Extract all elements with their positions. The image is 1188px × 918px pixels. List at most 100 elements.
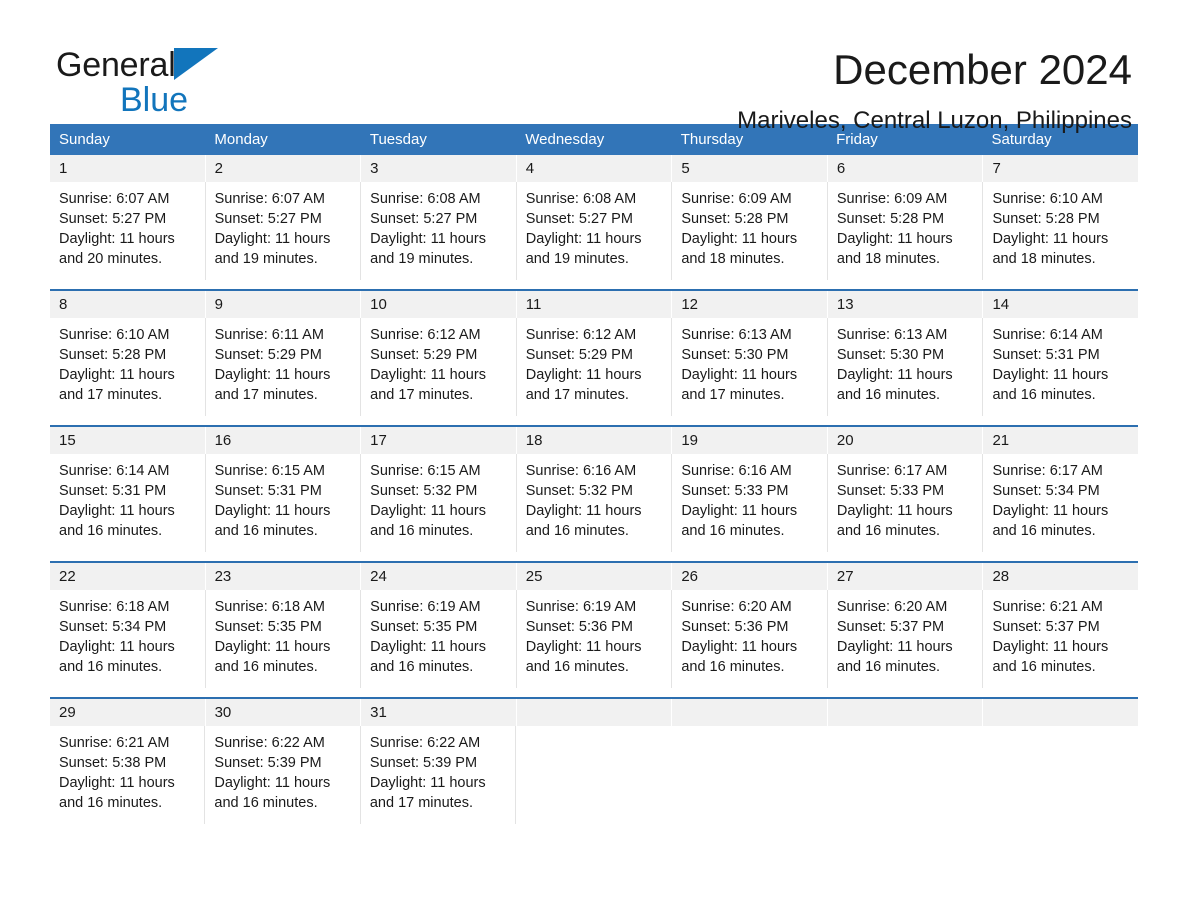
day-cell[interactable]: Sunrise: 6:16 AM Sunset: 5:32 PM Daylight:… xyxy=(517,454,673,552)
day-cell[interactable]: Sunrise: 6:11 AM Sunset: 5:29 PM Daylight:… xyxy=(206,318,362,416)
calendar-week-row: 29 30 31 Sunrise: 6:21 AM Sunset: 5:38 PM Day… xyxy=(50,697,1138,824)
day-cell[interactable]: Sunrise: 6:20 AM Sunset: 5:37 PM Daylight:… xyxy=(828,590,984,688)
day-cell[interactable]: Sunrise: 6:10 AM Sunset: 5:28 PM Daylight:… xyxy=(983,182,1138,280)
daylight-text-line2: and 16 minutes. xyxy=(59,795,163,811)
daylight-text-line2: and 19 minutes. xyxy=(525,251,629,267)
day-number[interactable]: 2 xyxy=(206,155,362,182)
day-number[interactable]: 1 xyxy=(50,155,206,182)
daylight-text-line2: and 20 minutes. xyxy=(59,251,163,267)
daylight-text-line2: and 16 minutes. xyxy=(992,523,1096,539)
daylight-text-line1: Daylight: 11 hours xyxy=(525,639,642,655)
daylight-text-line1: Daylight: 11 hours xyxy=(370,231,486,247)
sunrise-text: Sunrise: 6:19 AM xyxy=(370,599,481,615)
daylight-text-line1: Daylight: 11 hours xyxy=(836,231,953,247)
day-cell[interactable]: Sunrise: 6:07 AM Sunset: 5:27 PM Daylight:… xyxy=(50,182,206,280)
sunset-text: Sunset: 5:36 PM xyxy=(525,619,633,635)
daylight-text-line2: and 16 minutes. xyxy=(681,523,785,539)
sunset-text: Sunset: 5:37 PM xyxy=(836,619,945,635)
sunrise-text: Sunrise: 6:13 AM xyxy=(836,327,948,343)
day-number[interactable]: 11 xyxy=(517,291,673,318)
sunrise-text: Sunrise: 6:07 AM xyxy=(214,191,325,207)
day-number[interactable]: 18 xyxy=(517,427,673,454)
sunset-text: Sunset: 5:27 PM xyxy=(370,211,478,227)
day-number[interactable]: 27 xyxy=(828,563,984,590)
day-number[interactable]: 31 xyxy=(361,699,517,726)
sunrise-text: Sunrise: 6:14 AM xyxy=(59,463,170,479)
day-number[interactable]: 7 xyxy=(983,155,1138,182)
day-number[interactable]: 19 xyxy=(672,427,828,454)
day-cell[interactable]: Sunrise: 6:21 AM Sunset: 5:37 PM Daylight:… xyxy=(983,590,1138,688)
triangle-icon xyxy=(173,48,218,80)
daylight-text-line2: and 16 minutes. xyxy=(836,523,941,539)
day-cell[interactable]: Sunrise: 6:17 AM Sunset: 5:34 PM Daylight:… xyxy=(983,454,1138,552)
day-cell[interactable]: Sunrise: 6:14 AM Sunset: 5:31 PM Daylight:… xyxy=(983,318,1138,416)
sunrise-text: Sunrise: 6:20 AM xyxy=(681,599,792,615)
day-number[interactable]: 15 xyxy=(50,427,206,454)
sunrise-text: Sunrise: 6:20 AM xyxy=(836,599,948,615)
week-detail-band: Sunrise: 6:07 AM Sunset: 5:27 PM Daylight:… xyxy=(50,182,1138,280)
day-cell[interactable]: Sunrise: 6:12 AM Sunset: 5:29 PM Daylight:… xyxy=(517,318,673,416)
day-cell[interactable]: Sunrise: 6:20 AM Sunset: 5:36 PM Daylight:… xyxy=(672,590,828,688)
day-number[interactable]: 29 xyxy=(50,699,206,726)
sunrise-text: Sunrise: 6:10 AM xyxy=(59,327,170,343)
day-number[interactable]: 20 xyxy=(828,427,984,454)
day-cell[interactable]: Sunrise: 6:18 AM Sunset: 5:34 PM Daylight:… xyxy=(50,590,206,688)
day-cell[interactable]: Sunrise: 6:13 AM Sunset: 5:30 PM Daylight:… xyxy=(828,318,984,416)
day-number[interactable]: 5 xyxy=(672,155,828,182)
sunset-text: Sunset: 5:31 PM xyxy=(59,483,167,499)
day-number[interactable]: 8 xyxy=(50,291,206,318)
sunrise-text: Sunrise: 6:21 AM xyxy=(992,599,1103,615)
daylight-text-line1: Daylight: 11 hours xyxy=(992,367,1109,383)
day-cell-empty xyxy=(672,726,828,824)
day-number[interactable]: 28 xyxy=(983,563,1138,590)
day-number[interactable]: 22 xyxy=(50,563,206,590)
day-number[interactable]: 3 xyxy=(361,155,517,182)
day-number[interactable]: 26 xyxy=(672,563,828,590)
day-number-empty xyxy=(983,699,1138,726)
day-cell[interactable]: Sunrise: 6:19 AM Sunset: 5:35 PM Daylight:… xyxy=(361,590,517,688)
day-cell[interactable]: Sunrise: 6:18 AM Sunset: 5:35 PM Daylight:… xyxy=(206,590,362,688)
day-number[interactable]: 25 xyxy=(517,563,673,590)
generalblue-logo[interactable]: General Blue xyxy=(56,46,316,118)
day-number[interactable]: 17 xyxy=(361,427,517,454)
day-cell[interactable]: Sunrise: 6:09 AM Sunset: 5:28 PM Daylight:… xyxy=(828,182,984,280)
day-number[interactable]: 21 xyxy=(983,427,1138,454)
day-cell[interactable]: Sunrise: 6:15 AM Sunset: 5:32 PM Daylight:… xyxy=(361,454,517,552)
sunrise-text: Sunrise: 6:13 AM xyxy=(681,327,792,343)
daylight-text-line2: and 16 minutes. xyxy=(59,523,163,539)
day-cell[interactable]: Sunrise: 6:14 AM Sunset: 5:31 PM Daylight:… xyxy=(50,454,206,552)
day-cell[interactable]: Sunrise: 6:09 AM Sunset: 5:28 PM Daylight:… xyxy=(672,182,828,280)
day-cell[interactable]: Sunrise: 6:08 AM Sunset: 5:27 PM Daylight:… xyxy=(517,182,673,280)
day-cell[interactable]: Sunrise: 6:08 AM Sunset: 5:27 PM Daylight:… xyxy=(361,182,517,280)
day-cell[interactable]: Sunrise: 6:22 AM Sunset: 5:39 PM Daylight:… xyxy=(361,726,517,824)
day-cell[interactable]: Sunrise: 6:21 AM Sunset: 5:38 PM Daylight:… xyxy=(50,726,206,824)
day-number[interactable]: 23 xyxy=(206,563,362,590)
calendar-week-row: 1 2 3 4 5 6 7 Sunrise: 6:07 AM Sunset: 5:27 PM Da… xyxy=(50,155,1138,280)
sunrise-text: Sunrise: 6:17 AM xyxy=(992,463,1103,479)
daylight-text-line1: Daylight: 11 hours xyxy=(836,503,953,519)
day-number[interactable]: 13 xyxy=(828,291,984,318)
day-cell[interactable]: Sunrise: 6:10 AM Sunset: 5:28 PM Daylight:… xyxy=(50,318,206,416)
sunrise-text: Sunrise: 6:21 AM xyxy=(59,735,170,751)
day-cell[interactable]: Sunrise: 6:13 AM Sunset: 5:30 PM Daylight:… xyxy=(672,318,828,416)
day-cell[interactable]: Sunrise: 6:22 AM Sunset: 5:39 PM Daylight:… xyxy=(205,726,361,824)
day-number[interactable]: 16 xyxy=(206,427,362,454)
day-number[interactable]: 6 xyxy=(828,155,984,182)
day-number[interactable]: 4 xyxy=(517,155,673,182)
calendar-week-row: 8 9 10 11 12 13 14 Sunrise: 6:10 AM Sunset: 5:28… xyxy=(50,289,1138,416)
day-cell[interactable]: Sunrise: 6:17 AM Sunset: 5:33 PM Daylight:… xyxy=(828,454,984,552)
day-number[interactable]: 10 xyxy=(361,291,517,318)
day-number[interactable]: 24 xyxy=(361,563,517,590)
day-cell[interactable]: Sunrise: 6:07 AM Sunset: 5:27 PM Daylight:… xyxy=(206,182,362,280)
day-cell[interactable]: Sunrise: 6:19 AM Sunset: 5:36 PM Daylight:… xyxy=(517,590,673,688)
day-number[interactable]: 30 xyxy=(206,699,362,726)
day-number[interactable]: 14 xyxy=(983,291,1138,318)
day-number[interactable]: 12 xyxy=(672,291,828,318)
day-cell[interactable]: Sunrise: 6:12 AM Sunset: 5:29 PM Daylight:… xyxy=(361,318,517,416)
day-cell[interactable]: Sunrise: 6:16 AM Sunset: 5:33 PM Daylight:… xyxy=(672,454,828,552)
logo-wordmark-general: General xyxy=(56,46,316,84)
sunset-text: Sunset: 5:38 PM xyxy=(59,755,167,771)
day-number[interactable]: 9 xyxy=(206,291,362,318)
sunset-text: Sunset: 5:39 PM xyxy=(369,755,478,771)
day-cell[interactable]: Sunrise: 6:15 AM Sunset: 5:31 PM Daylight:… xyxy=(206,454,362,552)
